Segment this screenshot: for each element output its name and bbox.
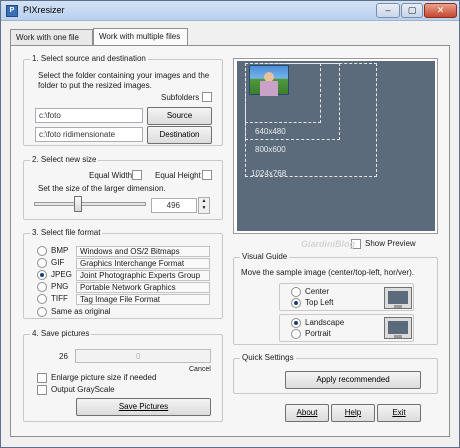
maximize-button[interactable]: ▢: [401, 3, 423, 18]
landscape-radio[interactable]: [291, 318, 301, 328]
size-value-field[interactable]: 496: [151, 198, 197, 213]
size-slider-track[interactable]: [34, 202, 146, 206]
equal-height-checkbox[interactable]: [202, 170, 212, 180]
spin-down-icon[interactable]: ▼: [199, 205, 209, 212]
format-jpeg-radio[interactable]: [37, 270, 47, 280]
minimize-button[interactable]: –: [376, 3, 400, 18]
equal-width-checkbox[interactable]: [132, 170, 142, 180]
help-button[interactable]: Help: [331, 404, 375, 422]
format-gif-desc: Graphics Interchange Format: [76, 258, 210, 269]
source-button[interactable]: Source: [147, 107, 212, 125]
alignment-monitor-icon: [384, 287, 412, 309]
exit-button[interactable]: Exit: [377, 404, 421, 422]
subfolders-label: Subfolders: [161, 93, 200, 102]
sample-image[interactable]: [249, 65, 289, 96]
format-jpeg-desc: Joint Photographic Experts Group: [76, 270, 210, 281]
save-progress-bar: 0: [75, 349, 211, 363]
sample-person-body: [260, 81, 278, 96]
format-gif-radio[interactable]: [37, 258, 47, 268]
progress-value: 0: [136, 352, 141, 361]
apply-recommended-button[interactable]: Apply recommended: [285, 371, 421, 389]
source-group-title: 1. Select source and destination: [30, 54, 148, 63]
format-bmp-desc: Windows and OS/2 Bitmaps: [76, 246, 210, 257]
format-group-title: 3. Select file format: [30, 228, 103, 237]
app-icon: P: [6, 5, 18, 17]
about-button[interactable]: About: [285, 404, 329, 422]
top-left-label: Top Left: [305, 298, 334, 307]
save-pictures-button[interactable]: Save Pictures: [76, 398, 211, 416]
spin-up-icon[interactable]: ▲: [199, 198, 209, 205]
file-count: 26: [59, 352, 68, 361]
grayscale-label: Output GrayScale: [51, 385, 115, 394]
window-title: PIXresizer: [23, 5, 65, 15]
format-tiff-radio[interactable]: [37, 294, 47, 304]
size-slider-thumb[interactable]: [74, 196, 82, 212]
tab-one-file[interactable]: Work with one file: [10, 29, 93, 46]
quick-settings-title: Quick Settings: [240, 353, 296, 362]
center-radio[interactable]: [291, 287, 301, 297]
source-path-field[interactable]: c:\foto: [35, 108, 143, 123]
subfolders-checkbox[interactable]: [202, 92, 212, 102]
format-same-radio[interactable]: [37, 307, 47, 317]
enlarge-checkbox[interactable]: [37, 373, 47, 383]
cancel-link[interactable]: Cancel: [189, 366, 211, 373]
format-png-radio[interactable]: [37, 282, 47, 292]
destination-button[interactable]: Destination: [147, 126, 212, 144]
size-label-800: 800x600: [255, 145, 286, 154]
format-jpeg-name: JPEG: [51, 270, 72, 279]
center-label: Center: [305, 287, 330, 296]
grayscale-checkbox[interactable]: [37, 385, 47, 395]
format-same-label: Same as original: [51, 307, 111, 316]
size-label-1024: 1024x768: [251, 169, 287, 178]
portrait-radio[interactable]: [291, 329, 301, 339]
visual-guide-title: Visual Guide: [240, 252, 290, 261]
size-spinner[interactable]: ▲ ▼: [198, 197, 210, 214]
format-bmp-name: BMP: [51, 246, 69, 255]
tab-multiple-files[interactable]: Work with multiple files: [93, 28, 188, 46]
close-button[interactable]: ✕: [424, 3, 457, 18]
portrait-label: Portrait: [305, 329, 331, 338]
format-tiff-name: TIFF: [51, 294, 68, 303]
size-group-title: 2. Select new size: [30, 155, 99, 164]
equal-width-label: Equal Width: [89, 171, 133, 180]
format-png-desc: Portable Network Graphics: [76, 282, 210, 293]
enlarge-label: Enlarge picture size if needed: [51, 373, 157, 382]
app-window: P PIXresizer – ▢ ✕ Work with one file Wo…: [0, 0, 460, 448]
format-bmp-radio[interactable]: [37, 246, 47, 256]
visual-guide-description: Move the sample image (center/top-left, …: [241, 268, 414, 277]
title-bar: P PIXresizer – ▢ ✕: [1, 1, 459, 21]
watermark-text: GiardiniBlog: [301, 239, 355, 249]
orientation-monitor-icon: [384, 317, 412, 339]
save-group-title: 4. Save pictures: [30, 329, 92, 338]
format-png-name: PNG: [51, 282, 69, 291]
equal-height-label: Equal Height: [155, 171, 201, 180]
destination-path-field[interactable]: c:\foto ridimensionate: [35, 127, 143, 142]
top-left-radio[interactable]: [291, 298, 301, 308]
format-gif-name: GIF: [51, 258, 65, 267]
size-label-640: 640x480: [255, 127, 286, 136]
format-tiff-desc: Tag Image File Format: [76, 294, 210, 305]
size-hint: Set the size of the larger dimension.: [38, 184, 166, 193]
source-description: Select the folder containing your images…: [38, 71, 210, 90]
show-preview-label: Show Preview: [365, 239, 416, 248]
landscape-label: Landscape: [305, 318, 345, 327]
